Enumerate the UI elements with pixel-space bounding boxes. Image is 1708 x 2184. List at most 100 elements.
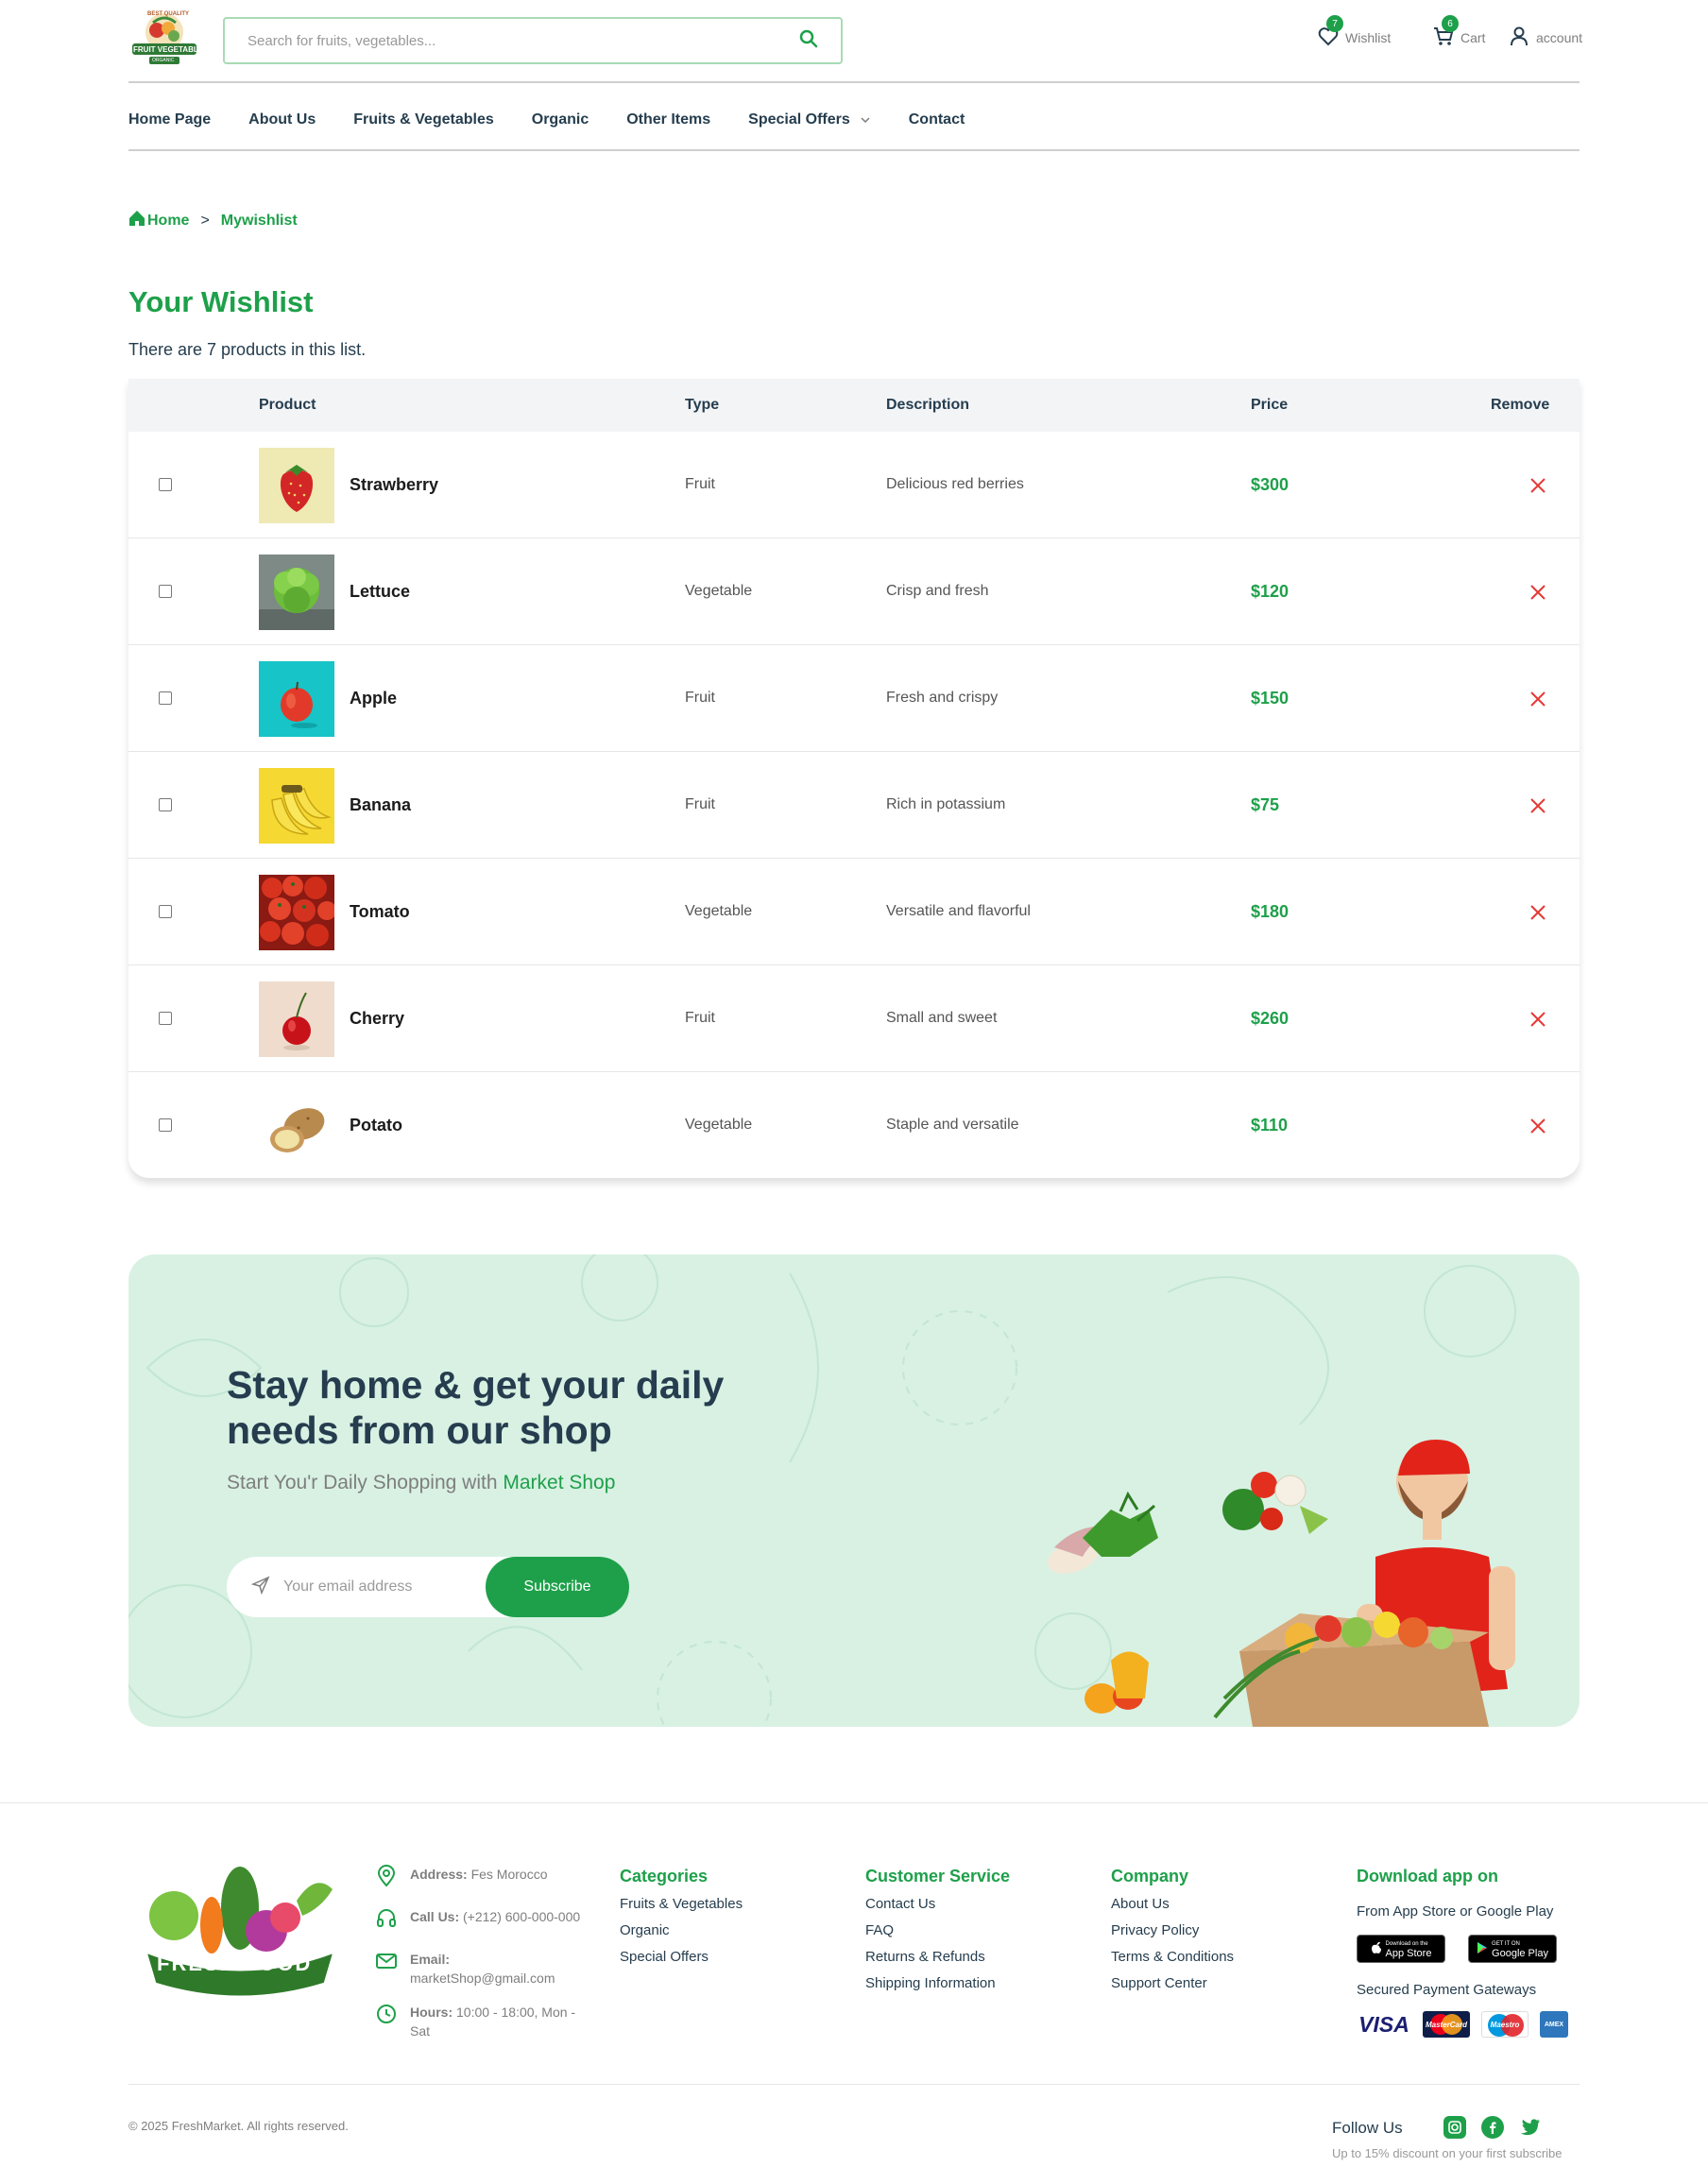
footer-bottom-divider — [128, 2084, 1580, 2085]
product-name[interactable]: Potato — [350, 1116, 402, 1135]
strawberry-image — [259, 448, 334, 523]
main-nav: Home Page About Us Fruits & Vegetables O… — [128, 96, 1002, 144]
row-select-checkbox[interactable] — [159, 585, 172, 598]
search-input[interactable] — [248, 32, 799, 49]
product-description: Staple and versatile — [886, 1117, 1019, 1133]
produce-left — [1048, 1491, 1158, 1714]
product-name[interactable]: Apple — [350, 689, 397, 708]
product-name[interactable]: Lettuce — [350, 582, 410, 602]
email-label: Email: — [410, 1952, 451, 1967]
payment-logos: VISA MasterCard Maestro AMEX — [1357, 2011, 1583, 2038]
product-price: $300 — [1251, 475, 1290, 494]
app-title: Download app on — [1357, 1867, 1498, 1885]
product-type: Vegetable — [685, 583, 753, 599]
remove-icon[interactable] — [1529, 1117, 1547, 1135]
row-select-checkbox[interactable] — [159, 1012, 172, 1025]
nav-special-offers[interactable]: Special Offers — [748, 111, 871, 128]
nav-divider — [128, 149, 1580, 151]
remove-icon[interactable] — [1529, 903, 1547, 922]
row-select-checkbox[interactable] — [159, 798, 172, 811]
email-input[interactable] — [283, 1578, 472, 1595]
product-price: $75 — [1251, 795, 1280, 814]
footer-link-organic[interactable]: Organic — [620, 1922, 743, 1938]
nav-home-page[interactable]: Home Page — [128, 111, 211, 128]
footer-link-contact-us[interactable]: Contact Us — [865, 1896, 1010, 1912]
mail-icon — [376, 1950, 397, 1988]
nav-contact[interactable]: Contact — [909, 111, 965, 128]
contact-email: Email: marketShop@gmail.com — [376, 1950, 589, 1988]
row-select-checkbox[interactable] — [159, 478, 172, 491]
call-value[interactable]: (+212) 600-000-000 — [463, 1909, 580, 1924]
search-icon[interactable] — [799, 29, 818, 53]
footer-link-shipping-information[interactable]: Shipping Information — [865, 1975, 1010, 1991]
footer-link-privacy-policy[interactable]: Privacy Policy — [1111, 1922, 1234, 1938]
subscribe-form: Subscribe — [227, 1557, 629, 1617]
row-select-checkbox[interactable] — [159, 1118, 172, 1132]
table-row: Cherry Fruit Small and sweet $260 — [128, 965, 1580, 1072]
remove-icon[interactable] — [1529, 583, 1547, 602]
follow-us-title: Follow Us — [1332, 2119, 1403, 2137]
footer-link-returns-refunds[interactable]: Returns & Refunds — [865, 1949, 1010, 1965]
clock-icon — [376, 2003, 397, 2040]
header-divider — [128, 81, 1580, 83]
nav-special-offers-label: Special Offers — [748, 111, 850, 128]
cart-count-badge: 6 — [1442, 15, 1459, 32]
remove-icon[interactable] — [1529, 796, 1547, 815]
footer-logo-text: FRESH FOOD — [157, 1952, 313, 1975]
product-name[interactable]: Cherry — [350, 1009, 404, 1029]
remove-icon[interactable] — [1529, 690, 1547, 708]
footer-link-special-offers[interactable]: Special Offers — [620, 1949, 743, 1965]
product-name[interactable]: Tomato — [350, 902, 410, 922]
cart-link[interactable]: 6 Cart — [1432, 15, 1485, 50]
hours-text: Hours: 10:00 - 18:00, Mon - Sat — [410, 2003, 589, 2040]
nav-other-items[interactable]: Other Items — [626, 111, 710, 128]
twitter-icon[interactable] — [1519, 2116, 1542, 2139]
follow-us-subtitle: Up to 15% discount on your first subscri… — [1332, 2146, 1563, 2160]
footer-link-support-center[interactable]: Support Center — [1111, 1975, 1234, 1991]
email-value[interactable]: marketShop@gmail.com — [410, 1971, 555, 1986]
col-product: Product — [259, 397, 316, 413]
nav-organic[interactable]: Organic — [532, 111, 589, 128]
nav-fruits-vegetables[interactable]: Fruits & Vegetables — [353, 111, 494, 128]
app-store-label: App Store — [1385, 1948, 1432, 1959]
instagram-icon[interactable] — [1443, 2116, 1466, 2139]
footer-link-fruits-vegetables[interactable]: Fruits & Vegetables — [620, 1896, 743, 1912]
email-text: Email: marketShop@gmail.com — [410, 1950, 555, 1988]
product-name[interactable]: Banana — [350, 795, 411, 815]
table-row: Tomato Vegetable Versatile and flavorful… — [128, 859, 1580, 965]
subscribe-button[interactable]: Subscribe — [486, 1557, 629, 1617]
remove-icon[interactable] — [1529, 476, 1547, 495]
remove-icon[interactable] — [1529, 1010, 1547, 1029]
potato-image — [259, 1088, 334, 1164]
account-link[interactable]: account — [1508, 25, 1582, 50]
maestro-logo: Maestro — [1481, 2011, 1529, 2038]
wishlist-link[interactable]: 7 Wishlist — [1317, 15, 1391, 50]
row-select-checkbox[interactable] — [159, 691, 172, 705]
nav-about-us[interactable]: About Us — [248, 111, 316, 128]
app-store-button[interactable]: Download on the App Store — [1357, 1935, 1445, 1963]
google-play-button[interactable]: GET IT ON Google Play — [1468, 1935, 1557, 1963]
footer-link-about-us[interactable]: About Us — [1111, 1896, 1234, 1912]
copyright-text: © 2025 FreshMarket. All rights reserved. — [128, 2119, 349, 2133]
site-logo[interactable]: BEST QUALITY FRUIT VEGETABLE ORGANIC — [128, 9, 203, 68]
footer-link-terms-conditions[interactable]: Terms & Conditions — [1111, 1949, 1234, 1965]
address-value: Fes Morocco — [470, 1867, 548, 1882]
product-name[interactable]: Strawberry — [350, 475, 438, 495]
delivery-man-image — [1048, 1440, 1515, 1727]
footer-link-faq[interactable]: FAQ — [865, 1922, 1010, 1938]
chevron-down-icon — [860, 111, 871, 128]
breadcrumb: Home > Mywishlist — [128, 210, 298, 231]
product-type: Vegetable — [685, 903, 753, 919]
facebook-icon[interactable] — [1481, 2116, 1504, 2139]
app-subtitle: From App Store or Google Play — [1357, 1903, 1554, 1920]
row-select-checkbox[interactable] — [159, 905, 172, 918]
mastercard-label: MasterCard — [1425, 2020, 1467, 2029]
user-icon — [1508, 25, 1530, 50]
headset-icon — [376, 1907, 397, 1935]
footer-logo[interactable]: FRESH FOOD — [136, 1863, 344, 2005]
product-type: Fruit — [685, 476, 715, 492]
banner-subtitle-text: Start You'r Daily Shopping with — [227, 1472, 504, 1493]
page-title: Your Wishlist — [128, 285, 314, 318]
amex-logo: AMEX — [1540, 2011, 1568, 2038]
breadcrumb-home[interactable]: Home — [147, 213, 189, 230]
